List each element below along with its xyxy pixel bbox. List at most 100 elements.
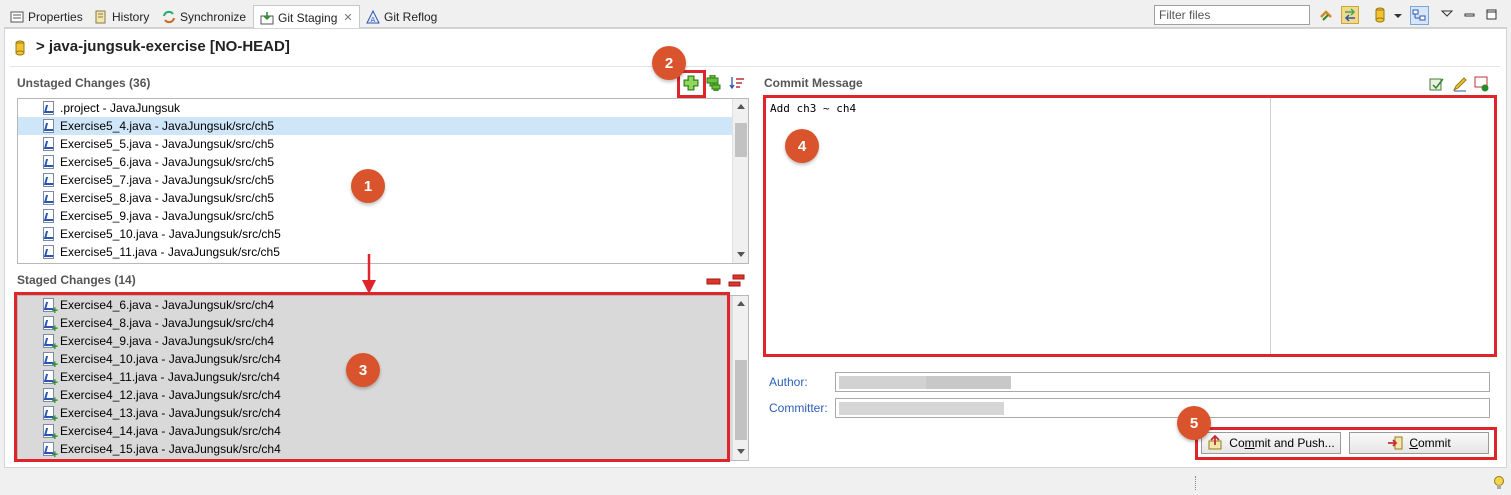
status-bar: [0, 470, 1511, 495]
list-item[interactable]: Exercise5_6.java - JavaJungsuk/src/ch5: [18, 153, 732, 171]
file-label: Exercise4_8.java - JavaJungsuk/src/ch4: [60, 316, 275, 330]
file-label: Exercise5_10.java - JavaJungsuk/src/ch5: [60, 227, 281, 241]
commit-and-push-button[interactable]: Commit and Push...: [1201, 432, 1341, 454]
java-file-added-icon: [43, 316, 58, 334]
file-label: Exercise4_9.java - JavaJungsuk/src/ch4: [60, 334, 275, 348]
unstage-selected-button[interactable]: [706, 274, 722, 291]
scroll-up-icon[interactable]: [737, 301, 745, 306]
list-item[interactable]: Exercise5_4.java - JavaJungsuk/src/ch5: [18, 117, 732, 135]
list-item[interactable]: Exercise4_12.java - JavaJungsuk/src/ch4: [18, 386, 732, 406]
java-file-added-icon: [43, 298, 58, 316]
stage-selected-button[interactable]: [683, 75, 699, 94]
compare-mode-icon[interactable]: [1341, 6, 1359, 24]
file-label: Exercise5_8.java - JavaJungsuk/src/ch5: [60, 191, 275, 205]
list-item[interactable]: Exercise4_6.java - JavaJungsuk/src/ch4: [18, 296, 732, 316]
unstaged-scrollbar[interactable]: [732, 99, 748, 263]
scroll-thumb[interactable]: [735, 123, 747, 157]
list-item[interactable]: Exercise4_14.java - JavaJungsuk/src/ch4: [18, 422, 732, 442]
list-item[interactable]: Exercise4_9.java - JavaJungsuk/src/ch4: [18, 332, 732, 352]
java-file-icon: [43, 245, 54, 259]
tab-git-reflog[interactable]: A Git Reflog: [366, 6, 437, 28]
annotation-badge-3: 3: [346, 353, 380, 387]
list-item[interactable]: Exercise5_9.java - JavaJungsuk/src/ch5: [18, 207, 732, 225]
annotation-badge-5: 5: [1177, 406, 1211, 440]
commit-icon: [1388, 436, 1403, 450]
unstage-selected-icon: [706, 278, 721, 285]
list-item[interactable]: Exercise5_5.java - JavaJungsuk/src/ch5: [18, 135, 732, 153]
repository-title: > java-jungsuk-exercise [NO-HEAD]: [36, 38, 290, 55]
link-selection-icon[interactable]: [1318, 7, 1334, 23]
view-menu-icon[interactable]: [1440, 7, 1456, 23]
file-label: Exercise5_6.java - JavaJungsuk/src/ch5: [60, 155, 275, 169]
file-label: Exercise5_7.java - JavaJungsuk/src/ch5: [60, 173, 275, 187]
tab-history[interactable]: History: [94, 6, 149, 28]
arrow-down-icon: [362, 254, 376, 294]
committer-field[interactable]: [835, 398, 1490, 418]
list-item[interactable]: Exercise4_13.java - JavaJungsuk/src/ch4: [18, 404, 732, 424]
tab-git-staging[interactable]: Git Staging ✕: [253, 5, 360, 29]
java-file-added-icon: [43, 406, 58, 424]
unstage-all-icon: [728, 274, 745, 287]
java-file-added-icon: [43, 334, 58, 352]
list-item[interactable]: Exercise4_15.java - JavaJungsuk/src/ch4: [18, 440, 732, 460]
file-label: Exercise5_11.java - JavaJungsuk/src/ch5: [60, 245, 280, 259]
author-field[interactable]: [835, 372, 1490, 392]
divider: [10, 66, 1500, 67]
list-item[interactable]: .project - JavaJungsuk: [18, 99, 732, 117]
tab-synchronize[interactable]: Synchronize: [162, 6, 246, 28]
list-item[interactable]: Exercise4_8.java - JavaJungsuk/src/ch4: [18, 314, 732, 334]
commit-message-header: Commit Message: [764, 76, 863, 90]
file-label: Exercise5_5.java - JavaJungsuk/src/ch5: [60, 137, 275, 151]
sign-off-button[interactable]: [1429, 76, 1445, 95]
history-icon: [94, 10, 108, 24]
repository-icon: [14, 40, 28, 55]
commit-message-text[interactable]: Add ch3 ~ ch4: [770, 102, 856, 115]
minimize-icon[interactable]: [1462, 7, 1478, 23]
java-file-icon: [43, 191, 54, 205]
scroll-down-icon[interactable]: [737, 449, 745, 454]
maximize-icon[interactable]: [1484, 7, 1500, 23]
commit-message-editor[interactable]: Add ch3 ~ ch4: [766, 98, 1272, 354]
stage-selected-icon: [683, 75, 699, 91]
file-label: Exercise4_12.java - JavaJungsuk/src/ch4: [60, 388, 281, 402]
stage-all-button[interactable]: [706, 74, 722, 94]
scroll-thumb[interactable]: [735, 360, 747, 440]
git-reflog-icon: A: [366, 9, 380, 24]
repository-header: > java-jungsuk-exercise [NO-HEAD]: [14, 38, 290, 55]
synchronize-icon: [162, 10, 176, 24]
status-separator: [1195, 476, 1198, 490]
java-file-icon: [43, 119, 54, 133]
java-file-icon: [43, 155, 54, 169]
java-file-icon: [43, 173, 54, 187]
unstage-all-button[interactable]: [728, 274, 746, 291]
amend-button[interactable]: [1452, 76, 1468, 95]
scroll-up-icon[interactable]: [737, 104, 745, 109]
commit-button[interactable]: Commit: [1349, 432, 1489, 454]
java-file-icon: [43, 101, 54, 115]
svg-text:A: A: [371, 16, 376, 24]
java-file-added-icon: [43, 352, 58, 370]
java-file-added-icon: [43, 370, 58, 388]
author-label: Author:: [769, 375, 808, 389]
sort-button[interactable]: [729, 75, 745, 94]
sort-icon: [729, 77, 744, 90]
tab-properties[interactable]: Properties: [10, 6, 83, 28]
presentation-icon[interactable]: [1410, 6, 1429, 25]
commit-and-push-icon: [1208, 435, 1222, 450]
file-label: Exercise4_14.java - JavaJungsuk/src/ch4: [60, 424, 281, 438]
staged-scrollbar[interactable]: [732, 296, 748, 460]
change-id-button[interactable]: [1474, 76, 1490, 95]
filter-files-input[interactable]: [1154, 5, 1310, 25]
list-item[interactable]: Exercise5_10.java - JavaJungsuk/src/ch5: [18, 225, 732, 243]
scroll-down-icon[interactable]: [737, 252, 745, 257]
chevron-down-icon[interactable]: [1393, 7, 1403, 23]
java-file-icon: [43, 137, 54, 151]
unstaged-changes-header: Unstaged Changes (36): [17, 76, 151, 90]
stage-all-icon: [706, 74, 721, 92]
repository-icon[interactable]: [1373, 7, 1389, 23]
change-id-icon: [1474, 76, 1489, 92]
close-icon[interactable]: ✕: [343, 11, 352, 24]
staged-file-list[interactable]: Exercise4_6.java - JavaJungsuk/src/ch4 Ex…: [17, 295, 749, 461]
tip-icon[interactable]: [1493, 475, 1505, 494]
file-label: Exercise4_6.java - JavaJungsuk/src/ch4: [60, 298, 275, 312]
